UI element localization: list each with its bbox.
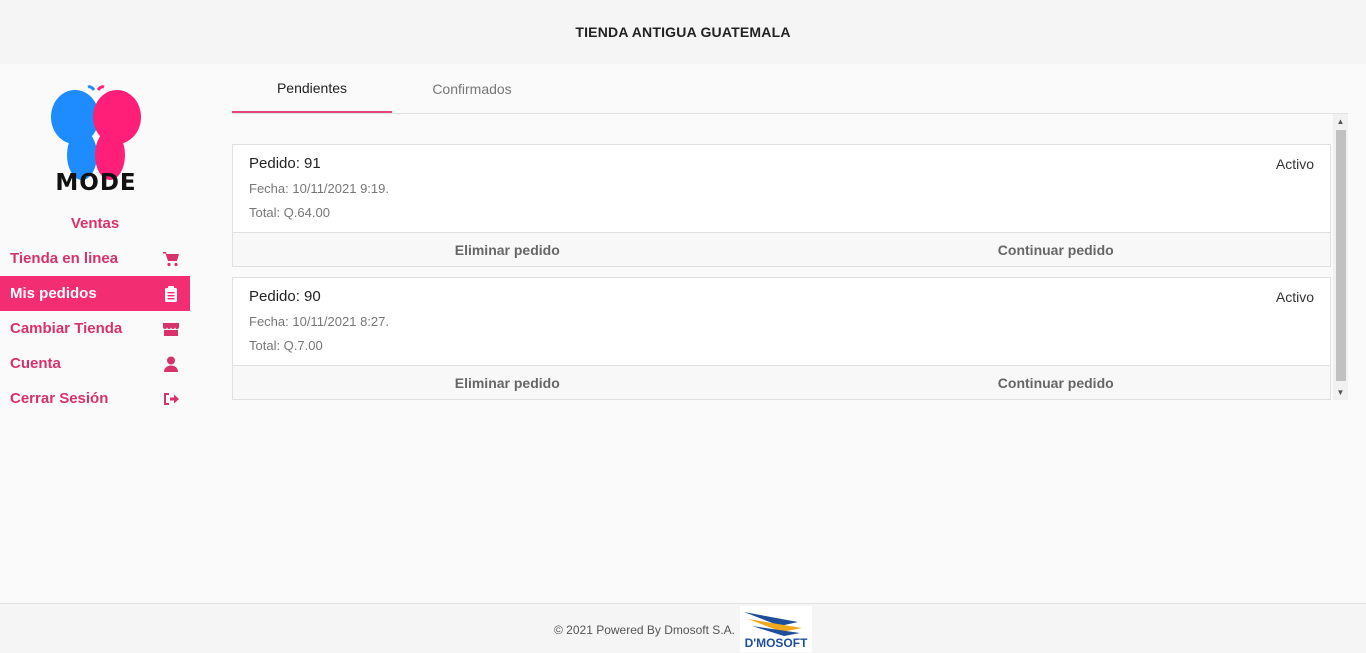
scrollbar-thumb[interactable] bbox=[1336, 130, 1346, 381]
sidebar-item-label: Cambiar Tienda bbox=[10, 320, 123, 337]
sidebar-item-cuenta[interactable]: Cuenta bbox=[0, 346, 190, 381]
footer: © 2021 Powered By Dmosoft S.A. D'MOSOFT bbox=[0, 603, 1366, 653]
order-total: Total: Q.7.00 bbox=[249, 338, 323, 353]
sidebar: MODE Ventas Tienda en linea Mis pedidos … bbox=[0, 64, 190, 603]
clipboard-icon bbox=[165, 285, 177, 302]
order-number: Pedido: 90 bbox=[249, 288, 321, 305]
order-date: Fecha: 10/11/2021 8:27. bbox=[249, 314, 389, 329]
logout-icon bbox=[164, 392, 179, 405]
brand-logo-text: MODE bbox=[55, 170, 137, 196]
sidebar-item-label: Mis pedidos bbox=[10, 285, 97, 302]
sidebar-nav: Tienda en linea Mis pedidos Cambiar Tien… bbox=[0, 241, 190, 416]
sidebar-section-label: Ventas bbox=[70, 215, 120, 232]
order-card: Pedido: 90 Activo Fecha: 10/11/2021 8:27… bbox=[232, 277, 1331, 400]
sidebar-item-cambiar-tienda[interactable]: Cambiar Tienda bbox=[0, 311, 190, 346]
sidebar-item-mis-pedidos[interactable]: Mis pedidos bbox=[0, 276, 190, 311]
continue-order-button[interactable]: Continuar pedido bbox=[782, 233, 1331, 266]
dmosoft-wing-icon: D'MOSOFT bbox=[744, 612, 809, 650]
sidebar-item-label: Cuenta bbox=[10, 355, 61, 372]
sidebar-item-tienda-en-linea[interactable]: Tienda en linea bbox=[0, 241, 190, 276]
store-title: TIENDA ANTIGUA GUATEMALA bbox=[575, 24, 791, 40]
tab-confirmados[interactable]: Confirmados bbox=[392, 64, 552, 113]
orders-scrollbar[interactable]: ▲ ▼ bbox=[1333, 114, 1348, 400]
tab-pendientes[interactable]: Pendientes bbox=[232, 64, 392, 113]
order-date: Fecha: 10/11/2021 9:19. bbox=[249, 181, 389, 196]
scroll-down-arrow-icon[interactable]: ▼ bbox=[1333, 385, 1348, 400]
order-actions: Eliminar pedido Continuar pedido bbox=[233, 365, 1330, 399]
order-tabs: Pendientes Confirmados bbox=[232, 64, 1348, 114]
dmosoft-logo: D'MOSOFT bbox=[740, 606, 812, 652]
dmosoft-logo-text: D'MOSOFT bbox=[745, 636, 809, 650]
cart-icon bbox=[163, 251, 179, 266]
sidebar-item-label: Cerrar Sesión bbox=[10, 390, 109, 407]
sidebar-item-cerrar-sesion[interactable]: Cerrar Sesión bbox=[0, 381, 190, 416]
store-icon bbox=[163, 322, 179, 336]
order-number: Pedido: 91 bbox=[249, 155, 321, 172]
order-actions: Eliminar pedido Continuar pedido bbox=[233, 232, 1330, 266]
copyright-text: © 2021 Powered By Dmosoft S.A. bbox=[554, 623, 735, 637]
order-status: Activo bbox=[1275, 289, 1314, 305]
orders-list: Pedido: 91 Activo Fecha: 10/11/2021 9:19… bbox=[232, 114, 1348, 400]
delete-order-button[interactable]: Eliminar pedido bbox=[233, 233, 782, 266]
user-icon bbox=[164, 356, 178, 372]
top-bar: TIENDA ANTIGUA GUATEMALA bbox=[0, 0, 1366, 64]
order-card: Pedido: 91 Activo Fecha: 10/11/2021 9:19… bbox=[232, 144, 1331, 267]
continue-order-button[interactable]: Continuar pedido bbox=[782, 366, 1331, 399]
scroll-up-arrow-icon[interactable]: ▲ bbox=[1333, 114, 1348, 129]
sidebar-item-label: Tienda en linea bbox=[10, 250, 119, 267]
order-total: Total: Q.64.00 bbox=[249, 205, 330, 220]
delete-order-button[interactable]: Eliminar pedido bbox=[233, 366, 782, 399]
order-status: Activo bbox=[1275, 156, 1314, 172]
